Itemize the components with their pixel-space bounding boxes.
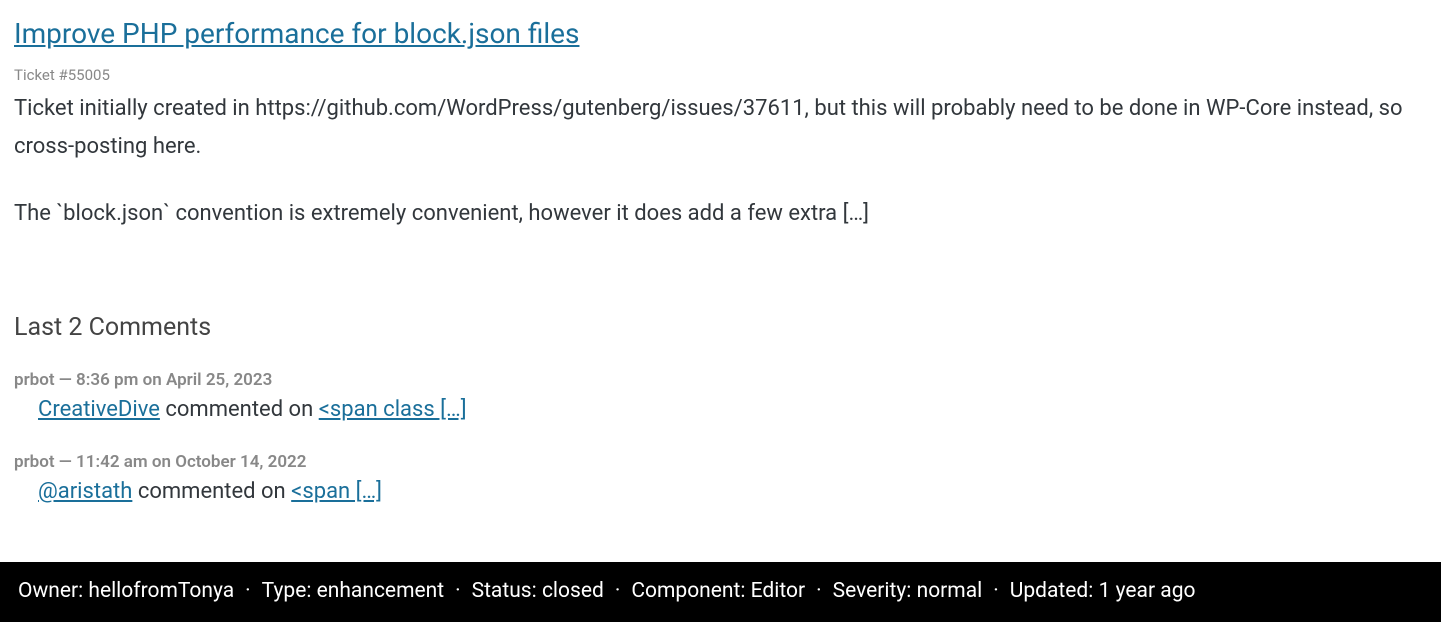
comment-meta: prbot — 8:36 pm on April 25, 2023 xyxy=(14,370,1427,390)
comment-reference-link[interactable]: <span class […] xyxy=(319,397,467,422)
comment-item: prbot — 11:42 am on October 14, 2022 @ar… xyxy=(14,452,1427,504)
footer-severity: Severity: normal xyxy=(833,579,983,603)
comment-author-link[interactable]: @aristath xyxy=(38,479,132,504)
footer-updated: Updated: 1 year ago xyxy=(1010,579,1196,603)
comments-heading: Last 2 Comments xyxy=(14,313,1427,342)
footer-separator: · xyxy=(816,579,822,603)
footer-separator: · xyxy=(245,579,251,603)
comment-body: @aristath commented on <span […] xyxy=(14,479,1427,504)
comment-meta: prbot — 11:42 am on October 14, 2022 xyxy=(14,452,1427,472)
comment-body: CreativeDive commented on <span class […… xyxy=(14,397,1427,422)
footer-separator: · xyxy=(615,579,621,603)
description-paragraph: Ticket initially created in https://gith… xyxy=(14,90,1427,165)
ticket-footer-bar: Owner: hellofromTonya · Type: enhancemen… xyxy=(0,562,1441,622)
footer-separator: · xyxy=(993,579,999,603)
comment-item: prbot — 8:36 pm on April 25, 2023 Creati… xyxy=(14,370,1427,422)
footer-type: Type: enhancement xyxy=(262,579,444,603)
footer-separator: · xyxy=(455,579,461,603)
ticket-content: Improve PHP performance for block.json f… xyxy=(0,0,1441,562)
comment-reference-link[interactable]: <span […] xyxy=(291,479,382,504)
footer-status: Status: closed xyxy=(472,579,604,603)
ticket-title-link[interactable]: Improve PHP performance for block.json f… xyxy=(14,17,579,50)
description-paragraph: The `block.json` convention is extremely… xyxy=(14,195,1427,232)
comment-author-link[interactable]: CreativeDive xyxy=(38,397,160,422)
footer-component: Component: Editor xyxy=(631,579,805,603)
footer-owner: Owner: hellofromTonya xyxy=(18,579,234,603)
ticket-number: Ticket #55005 xyxy=(14,66,1427,84)
comment-text: commented on xyxy=(160,397,319,422)
comment-text: commented on xyxy=(132,479,291,504)
ticket-description: Ticket initially created in https://gith… xyxy=(14,90,1427,232)
